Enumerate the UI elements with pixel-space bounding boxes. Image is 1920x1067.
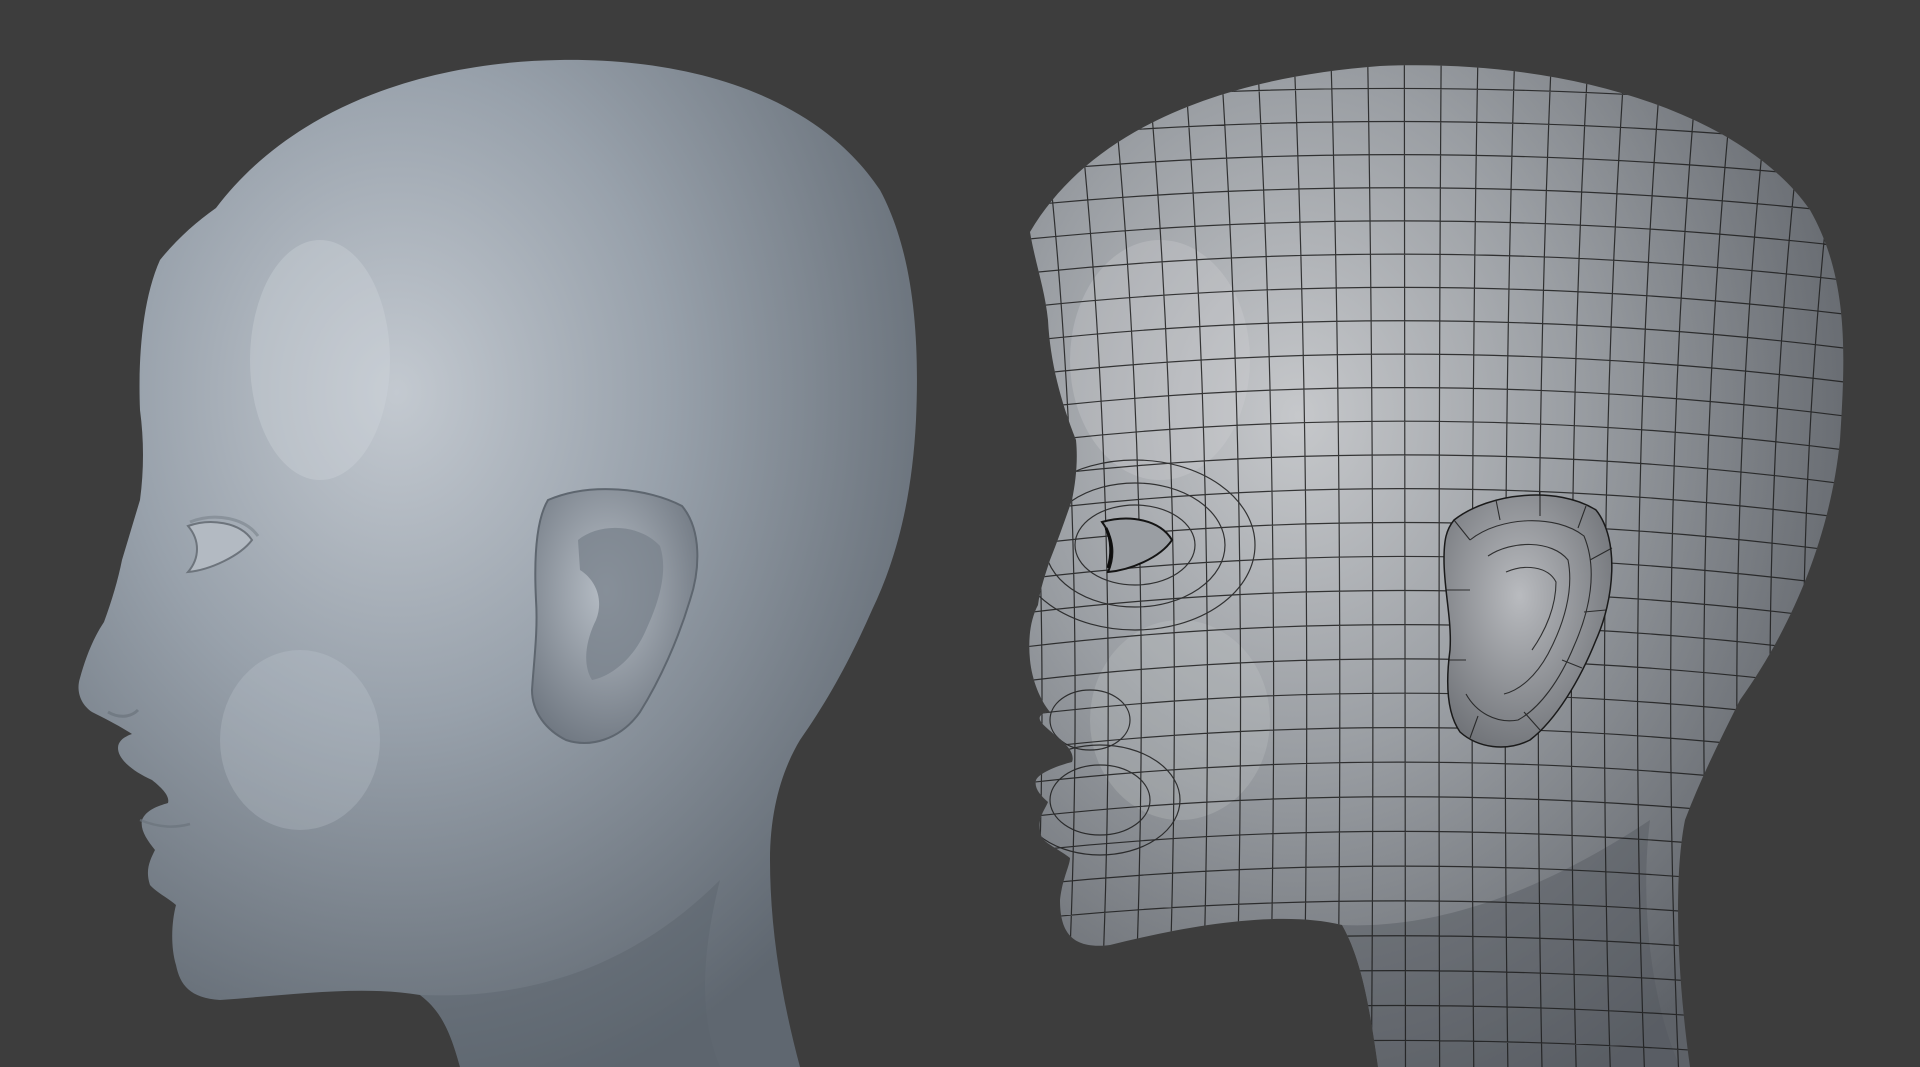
head-wireframe-overlay [1029, 65, 1844, 1067]
head-smooth-shaded [78, 59, 917, 1067]
viewport-canvas [78, 59, 1844, 1067]
wire-forehead-highlight [1070, 240, 1250, 480]
smooth-cheek-highlight [220, 650, 380, 830]
wire-cheek-highlight [1090, 620, 1270, 820]
smooth-forehead-highlight [250, 240, 390, 480]
3d-viewport[interactable] [0, 0, 1920, 1067]
